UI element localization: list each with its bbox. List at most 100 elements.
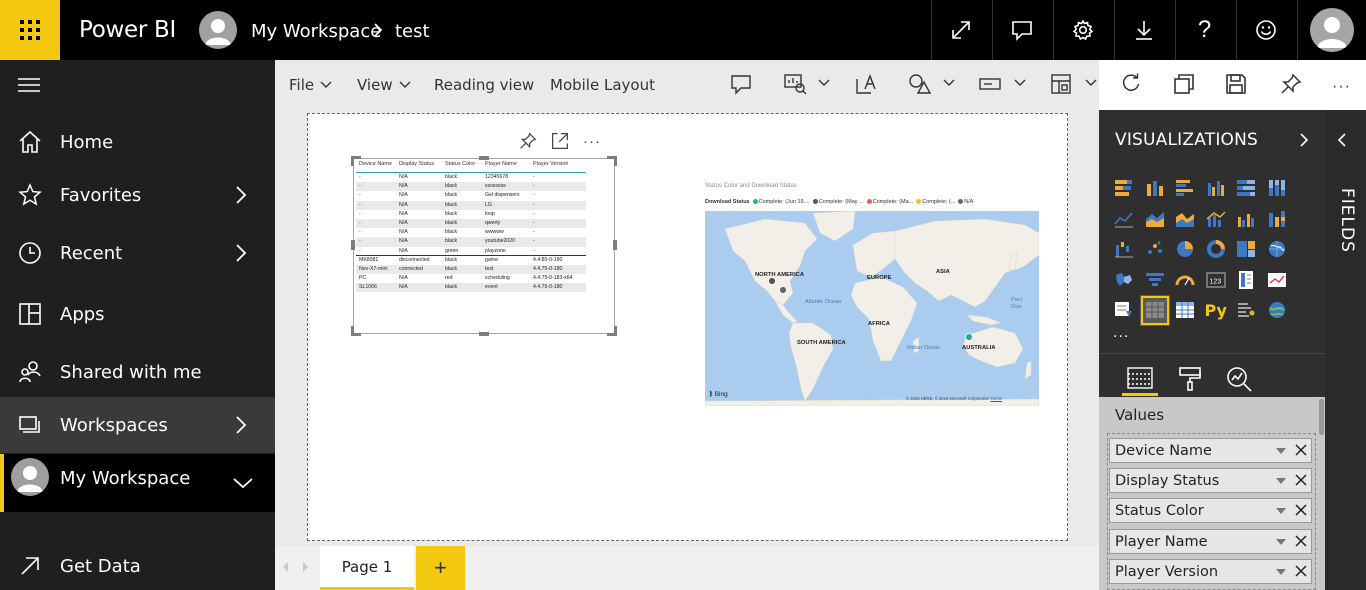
resize-handle-tl[interactable]	[351, 156, 361, 166]
legend-item[interactable]: Complete: (...	[916, 199, 955, 205]
user-avatar[interactable]	[1310, 8, 1354, 52]
line-and-clustered-column-icon[interactable]	[1231, 204, 1262, 235]
pin-visual-icon[interactable]	[519, 132, 537, 150]
legend-item[interactable]: Complete: (May ...	[812, 199, 864, 205]
scatter-chart-icon[interactable]	[1140, 234, 1171, 265]
matrix-icon[interactable]	[1170, 295, 1201, 326]
format-paint-roller-icon[interactable]	[1172, 362, 1208, 396]
nav-recent[interactable]: Recent	[0, 225, 275, 281]
app-title[interactable]: Power BI	[79, 17, 176, 43]
save-icon[interactable]	[1225, 73, 1247, 95]
column-header[interactable]: Display Status	[399, 161, 445, 167]
legend-item[interactable]: Complete: (Jun 19,...	[752, 199, 810, 205]
nav-home[interactable]: Home	[0, 114, 275, 170]
field-chip[interactable]: Display Status	[1109, 468, 1312, 493]
chevron-down-icon[interactable]	[818, 79, 830, 87]
fields-pane[interactable]: FIELDS	[1325, 110, 1366, 590]
help-icon[interactable]: ?	[1175, 0, 1233, 60]
funnel-chart-icon[interactable]	[1140, 265, 1171, 296]
chevron-down-icon[interactable]	[1085, 79, 1097, 87]
smiley-icon[interactable]	[1236, 0, 1294, 60]
comment-icon[interactable]	[730, 73, 752, 95]
resize-handle-tr[interactable]	[607, 156, 617, 166]
tab-page-1[interactable]: Page 1	[320, 546, 414, 590]
remove-field-icon[interactable]	[1295, 565, 1307, 577]
clustered-bar-chart-icon[interactable]	[1170, 173, 1201, 204]
nav-apps[interactable]: Apps	[0, 286, 275, 342]
file-menu[interactable]: File	[289, 76, 332, 94]
100-stacked-column-icon[interactable]	[1262, 173, 1293, 204]
card-icon[interactable]: 123	[1201, 265, 1232, 296]
focus-mode-icon[interactable]	[551, 132, 569, 150]
visual-interactions-icon[interactable]	[1050, 73, 1074, 95]
hamburger-icon[interactable]	[18, 77, 40, 93]
arcgis-map-icon[interactable]	[1262, 295, 1293, 326]
comment-icon[interactable]	[992, 0, 1050, 60]
dropdown-caret-icon[interactable]	[1276, 569, 1286, 575]
dropdown-caret-icon[interactable]	[1276, 448, 1286, 454]
gauge-icon[interactable]	[1170, 265, 1201, 296]
app-launcher-icon[interactable]	[0, 0, 60, 60]
chevron-down-icon[interactable]	[1014, 79, 1026, 87]
expand-icon[interactable]	[931, 0, 989, 60]
map-icon[interactable]	[1262, 234, 1293, 265]
100-stacked-bar-icon[interactable]	[1231, 173, 1262, 204]
scroll-left-icon[interactable]	[283, 562, 289, 572]
nav-workspaces[interactable]: Workspaces	[0, 397, 275, 453]
line-chart-icon[interactable]	[1109, 204, 1140, 235]
nav-favorites[interactable]: Favorites	[0, 167, 275, 223]
filled-map-icon[interactable]	[1109, 265, 1140, 296]
remove-field-icon[interactable]	[1295, 535, 1307, 547]
reading-view-button[interactable]: Reading view	[434, 76, 534, 94]
dropdown-caret-icon[interactable]	[1276, 539, 1286, 545]
column-header[interactable]: Player Name	[485, 161, 533, 167]
gear-icon[interactable]	[1053, 0, 1111, 60]
pie-chart-icon[interactable]	[1170, 234, 1201, 265]
remove-field-icon[interactable]	[1295, 444, 1307, 456]
breadcrumb-workspace[interactable]: My Workspace	[251, 21, 381, 42]
field-chip[interactable]: Player Version	[1109, 559, 1312, 584]
shapes-icon[interactable]	[908, 73, 932, 95]
nav-get-data[interactable]: Get Data	[0, 538, 275, 590]
scroll-right-icon[interactable]	[303, 562, 309, 572]
stacked-area-chart-icon[interactable]	[1170, 204, 1201, 235]
slicer-icon[interactable]	[1109, 295, 1140, 326]
treemap-icon[interactable]	[1231, 234, 1262, 265]
stacked-column-chart-icon[interactable]	[1140, 173, 1171, 204]
field-chip[interactable]: Status Color	[1109, 498, 1312, 523]
breadcrumb-report[interactable]: test	[395, 21, 430, 42]
chevron-right-icon[interactable]	[234, 415, 248, 435]
analytics-magnifier-icon[interactable]	[1221, 362, 1257, 396]
chevron-down-icon[interactable]	[232, 476, 254, 490]
pin-icon[interactable]	[1280, 73, 1302, 95]
line-and-stacked-column-icon[interactable]	[1201, 204, 1232, 235]
remove-field-icon[interactable]	[1295, 504, 1307, 516]
terms-link[interactable]: Terms	[991, 396, 1002, 401]
ribbon-chart-icon[interactable]	[1262, 204, 1293, 235]
resize-handle-top[interactable]	[479, 156, 489, 160]
legend-item[interactable]: N/A	[958, 199, 973, 205]
chevron-right-icon[interactable]	[1299, 132, 1309, 148]
multi-row-card-icon[interactable]	[1231, 265, 1262, 296]
text-box-icon[interactable]	[855, 73, 879, 95]
stacked-bar-chart-icon[interactable]	[1109, 173, 1140, 204]
remove-field-icon[interactable]	[1295, 474, 1307, 486]
more-visuals-button[interactable]: ...	[1113, 324, 1129, 342]
python-visual-icon[interactable]: Py	[1201, 295, 1232, 326]
resize-handle-left[interactable]	[351, 240, 355, 250]
field-chip[interactable]: Device Name	[1109, 438, 1312, 463]
view-menu[interactable]: View	[357, 76, 411, 94]
chevron-right-icon[interactable]	[234, 243, 248, 263]
button-icon[interactable]	[978, 73, 1002, 95]
more-options-icon[interactable]: ···	[1332, 78, 1351, 96]
kpi-icon[interactable]	[1262, 265, 1293, 296]
fields-tab-icon[interactable]	[1122, 362, 1158, 396]
waterfall-chart-icon[interactable]	[1109, 234, 1140, 265]
clustered-column-chart-icon[interactable]	[1201, 173, 1232, 204]
mobile-layout-button[interactable]: Mobile Layout	[550, 76, 655, 94]
table-visual-icon[interactable]	[1139, 295, 1170, 326]
more-options-icon[interactable]: ···	[583, 133, 601, 150]
duplicate-icon[interactable]	[1173, 73, 1195, 95]
field-chip[interactable]: Player Name	[1109, 529, 1312, 554]
chevron-left-icon[interactable]	[1337, 132, 1347, 148]
